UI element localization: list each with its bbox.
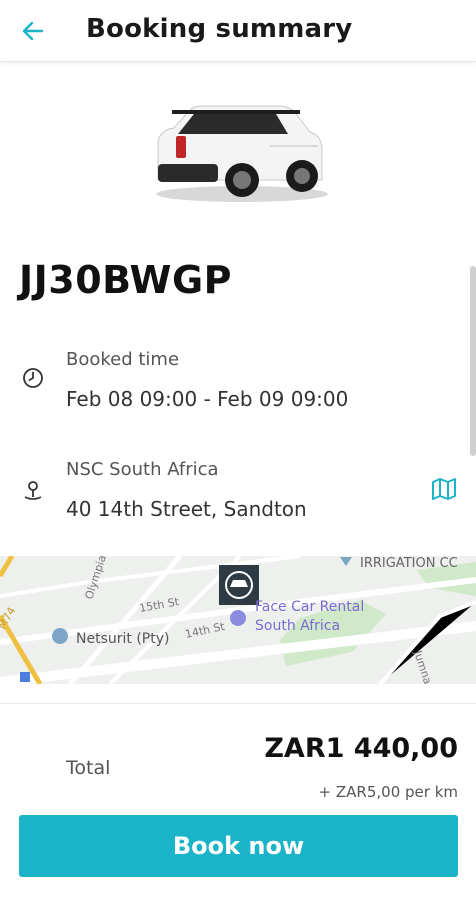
map-view[interactable]: IRRIGATION CC Olympia St 15th St 14th St… [0, 556, 476, 684]
car-image [156, 105, 328, 202]
location-name: NSC South Africa [66, 459, 219, 480]
vehicle-plate: JJ30BWGP [19, 258, 232, 302]
back-button[interactable] [18, 16, 48, 46]
per-km-price: + ZAR5,00 per km [318, 783, 458, 801]
book-now-button[interactable]: Book now [19, 815, 458, 877]
app-bar: Booking summary [0, 0, 476, 62]
map-label-irrigation: IRRIGATION CC [360, 556, 458, 571]
map-label-face-car: Face Car Rental [255, 599, 364, 615]
map-label-south-africa: South Africa [255, 618, 340, 634]
total-label: Total [66, 757, 111, 779]
booked-time-value: Feb 08 09:00 - Feb 09 09:00 [66, 387, 349, 411]
booked-time-label: Booked time [66, 349, 180, 370]
scrollbar-thumb[interactable] [470, 266, 476, 456]
location-pin-icon [24, 481, 42, 500]
arrow-left-icon [22, 21, 44, 41]
location-address: 40 14th Street, Sandton [66, 497, 307, 521]
clock-icon [23, 368, 43, 388]
total-price: ZAR1 440,00 [264, 733, 458, 764]
open-map-button[interactable] [430, 476, 458, 502]
map-icon [432, 478, 456, 500]
page-title: Booking summary [86, 14, 353, 44]
map-label-netsurit: Netsurit (Pty) [76, 631, 169, 647]
